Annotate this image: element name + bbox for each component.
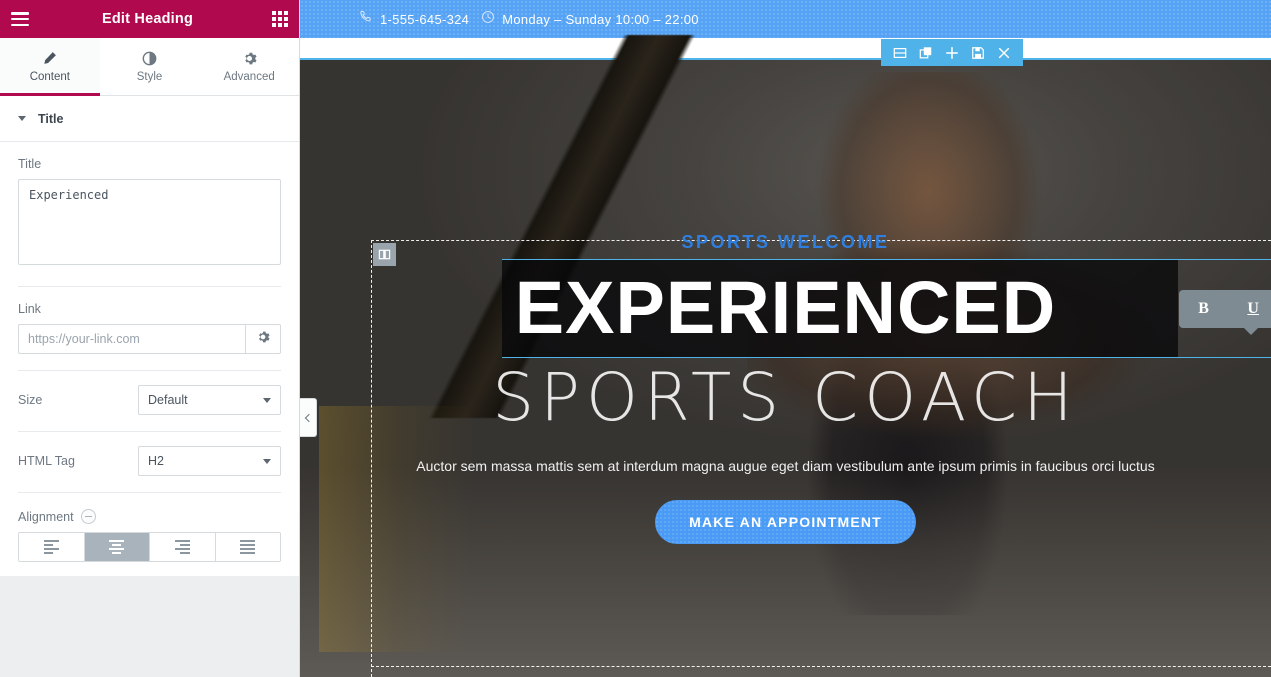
align-right-icon bbox=[174, 540, 190, 554]
heading-outline-bottom bbox=[502, 357, 1271, 358]
align-center-icon bbox=[109, 540, 125, 554]
column-handle-icon[interactable] bbox=[373, 243, 396, 266]
hero-heading[interactable]: EXPERIENCED bbox=[300, 259, 1271, 357]
html-tag-label: HTML Tag bbox=[18, 454, 75, 468]
align-justify-icon bbox=[240, 540, 256, 554]
alignment-control-header: Alignment bbox=[18, 493, 281, 532]
align-center-button[interactable] bbox=[84, 533, 150, 561]
size-control: Size Default bbox=[18, 371, 281, 415]
link-label: Link bbox=[18, 302, 41, 316]
panel-title: Edit Heading bbox=[101, 11, 193, 27]
page-preview: 1-555-645-324 Monday – Sunday 10:00 – 22… bbox=[300, 0, 1271, 677]
tab-style[interactable]: Style bbox=[99, 38, 200, 95]
html-tag-select[interactable]: H2 bbox=[138, 446, 281, 476]
link-settings-button[interactable] bbox=[245, 324, 281, 354]
align-left-icon bbox=[43, 540, 59, 554]
tab-advanced-label: Advanced bbox=[223, 70, 275, 83]
phone-icon bbox=[359, 10, 373, 29]
gear-icon bbox=[256, 330, 270, 349]
size-value: Default bbox=[148, 393, 188, 407]
topbar-phone-text: 1-555-645-324 bbox=[380, 11, 470, 27]
clock-icon bbox=[481, 10, 495, 29]
close-icon[interactable] bbox=[997, 46, 1011, 60]
topbar-hours: Monday – Sunday 10:00 – 22:00 bbox=[481, 10, 699, 29]
alignment-label: Alignment bbox=[18, 509, 74, 524]
gear-icon bbox=[242, 51, 257, 66]
size-select[interactable]: Default bbox=[138, 385, 281, 415]
hero-content: SPORTS WELCOME EXPERIENCED SPORTS COACH … bbox=[300, 232, 1271, 544]
contrast-circle-icon bbox=[142, 51, 157, 66]
panel-body: Title Link bbox=[0, 142, 299, 576]
pencil-icon bbox=[42, 51, 57, 66]
section-title-label: Title bbox=[38, 111, 64, 126]
align-right-button[interactable] bbox=[150, 533, 216, 561]
chevron-down-icon bbox=[263, 397, 271, 403]
align-left-button[interactable] bbox=[19, 533, 85, 561]
section-title-header[interactable]: Title bbox=[0, 96, 299, 142]
title-input[interactable] bbox=[18, 179, 281, 265]
panel-header: Edit Heading bbox=[0, 0, 299, 38]
panel-footer bbox=[0, 576, 299, 677]
html-tag-control: HTML Tag H2 bbox=[18, 432, 281, 476]
hero-eyebrow: SPORTS WELCOME bbox=[681, 232, 890, 252]
link-input[interactable] bbox=[18, 324, 245, 354]
chevron-down-icon bbox=[18, 116, 26, 121]
heading-selection-wrap: EXPERIENCED bbox=[300, 259, 1271, 358]
heading-outline-top bbox=[502, 259, 1271, 260]
tab-content-label: Content bbox=[29, 70, 70, 83]
inline-format-toolbar: B U I bbox=[1179, 290, 1271, 335]
html-tag-value: H2 bbox=[148, 454, 164, 468]
make-an-appointment-button[interactable]: MAKE AN APPOINTMENT bbox=[655, 500, 916, 544]
align-justify-button[interactable] bbox=[215, 533, 280, 561]
tab-content[interactable]: Content bbox=[0, 38, 100, 96]
size-label: Size bbox=[18, 393, 43, 407]
editor-panel: Edit Heading Content Style Advanced Titl… bbox=[0, 0, 300, 677]
alignment-button-group bbox=[18, 532, 281, 562]
duplicate-icon[interactable] bbox=[919, 46, 933, 60]
site-topbar: 1-555-645-324 Monday – Sunday 10:00 – 22… bbox=[300, 0, 1271, 38]
tab-advanced[interactable]: Advanced bbox=[199, 38, 300, 95]
title-label: Title bbox=[18, 157, 42, 171]
tab-style-label: Style bbox=[136, 70, 163, 83]
hero-paragraph: Auctor sem massa mattis sem at interdum … bbox=[416, 458, 1155, 474]
link-row bbox=[18, 324, 281, 354]
apps-grid-icon[interactable] bbox=[272, 11, 288, 27]
chevron-down-icon bbox=[263, 458, 271, 464]
section-toolbar bbox=[881, 39, 1023, 66]
bold-button[interactable]: B bbox=[1192, 298, 1215, 320]
title-control: Title bbox=[18, 142, 281, 270]
columns-icon[interactable] bbox=[893, 46, 907, 60]
chevron-left-icon bbox=[304, 413, 314, 422]
reset-icon[interactable] bbox=[80, 509, 96, 524]
link-control: Link bbox=[18, 287, 281, 354]
underline-button[interactable]: U bbox=[1241, 298, 1265, 320]
panel-tabs: Content Style Advanced bbox=[0, 38, 300, 96]
panel-collapse-button[interactable] bbox=[300, 398, 317, 437]
save-icon[interactable] bbox=[971, 46, 985, 60]
topbar-phone: 1-555-645-324 bbox=[359, 10, 469, 29]
topbar-hours-text: Monday – Sunday 10:00 – 22:00 bbox=[502, 11, 699, 27]
add-icon[interactable] bbox=[945, 46, 959, 60]
hero-subheading[interactable]: SPORTS COACH bbox=[300, 359, 1271, 437]
elementor-editor: Edit Heading Content Style Advanced Titl… bbox=[0, 0, 1271, 677]
